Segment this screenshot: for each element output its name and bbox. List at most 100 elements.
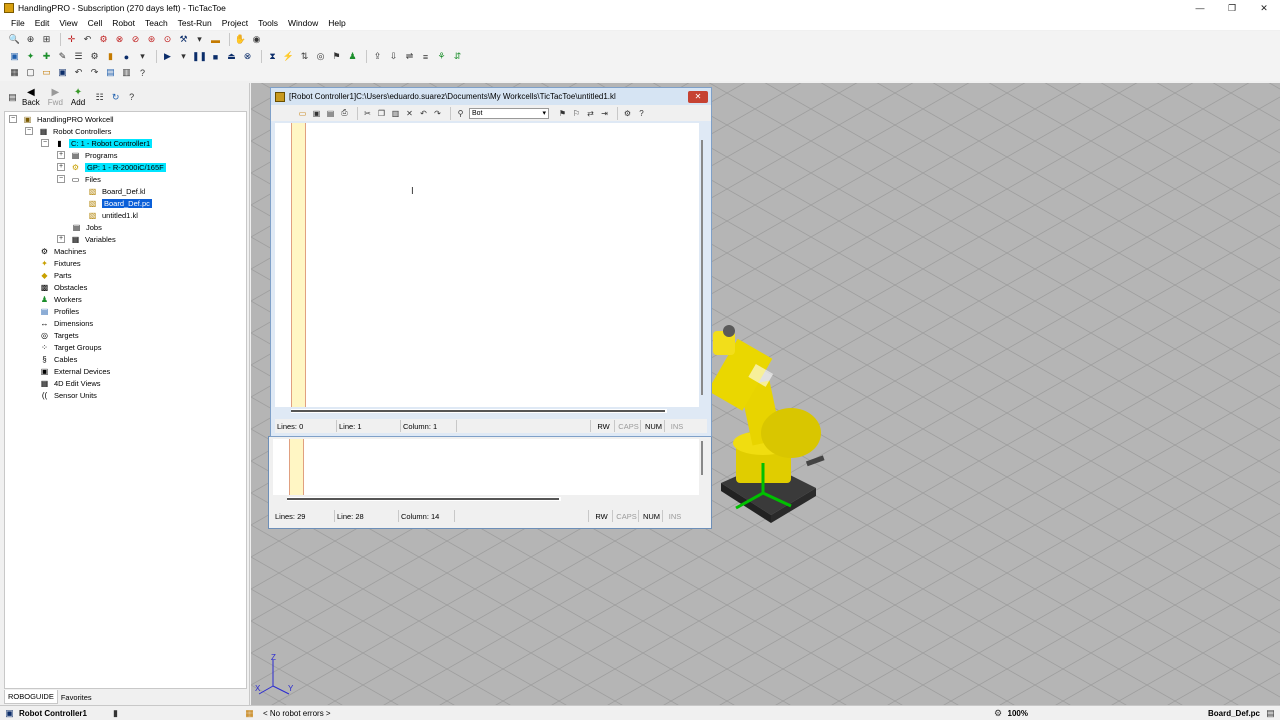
editor-text-area[interactable] [273,439,699,495]
open-icon[interactable]: ▭ [40,66,53,79]
menu-project[interactable]: Project [217,18,253,28]
save-icon[interactable]: ▣ [56,66,69,79]
zoom-icon[interactable]: 🔍 [8,33,21,46]
collapse-toggle[interactable]: − [57,175,65,183]
save-icon[interactable]: ▣ [311,108,322,119]
expand-toggle[interactable]: + [57,235,65,243]
find-prev-icon[interactable]: ⚐ [571,108,582,119]
cell-browser-icon[interactable]: ▤ [104,66,117,79]
record-icon[interactable]: ● [120,50,133,63]
expand-toggle[interactable]: + [57,151,65,159]
gripper-dropdown-icon[interactable]: ▾ [193,33,206,46]
panel-icon[interactable]: ▤ [6,91,19,104]
menu-help[interactable]: Help [323,18,350,28]
add-button[interactable]: ✦ Add [71,87,85,107]
eject-icon[interactable]: ⏏ [225,50,238,63]
forward-button[interactable]: ▶ Fwd [48,87,63,107]
minimize-button[interactable]: — [1184,0,1216,16]
tree-root[interactable]: − ▣ HandlingPRO Workcell [9,113,114,125]
teach-icon[interactable]: ✦ [24,50,37,63]
menu-view[interactable]: View [54,18,82,28]
tree-parts[interactable]: ◆ Parts [39,269,71,281]
copy-icon[interactable]: ❐ [376,108,387,119]
collision-icon[interactable]: ⚡ [282,50,295,63]
abort-icon[interactable]: ⊗ [241,50,254,63]
editor-close-button[interactable]: ✕ [688,90,708,103]
tree-external-devices[interactable]: ▣ External Devices [39,365,111,377]
tree-view-icon[interactable]: ☷ [93,91,106,104]
find-next-icon[interactable]: ⚑ [557,108,568,119]
delete-icon[interactable]: ✕ [404,108,415,119]
new-icon[interactable]: ▢ [24,66,37,79]
program-icon[interactable]: ☰ [72,50,85,63]
menu-test-run[interactable]: Test-Run [173,18,217,28]
add-point-icon[interactable]: ✚ [40,50,53,63]
tree-file-pc[interactable]: ▧ Board_Def.pc [87,197,152,209]
undo-move-icon[interactable]: ↶ [81,33,94,46]
tree-workers[interactable]: ♟ Workers [39,293,82,305]
tree-sensor-units[interactable]: (( Sensor Units [39,389,97,401]
save-all-icon[interactable]: ▤ [325,108,336,119]
touchup-icon[interactable]: ✎ [56,50,69,63]
maximize-button[interactable]: ❐ [1216,0,1248,16]
import-icon[interactable]: ⇩ [387,50,400,63]
tree-target-groups[interactable]: ⁘ Target Groups [39,341,101,353]
network-icon[interactable]: ⚘ [435,50,448,63]
camera-icon[interactable]: ◉ [250,33,263,46]
tree-jobs[interactable]: ▤ Jobs [71,221,102,233]
collapse-toggle[interactable]: − [9,115,17,123]
profile-icon[interactable]: ⇅ [298,50,311,63]
goto-icon[interactable]: ⇥ [599,108,610,119]
record-dropdown-icon[interactable]: ▾ [136,50,149,63]
tree-controller[interactable]: − ▮ C: 1 - Robot Controller1 [41,137,153,149]
collapse-toggle[interactable]: − [25,127,33,135]
editor-help-icon[interactable]: ? [636,108,647,119]
print-icon[interactable]: ⎙ [339,108,350,119]
tree-file-untitled[interactable]: ▧ untitled1.kl [87,209,138,221]
line-icon[interactable]: ≡ [419,50,432,63]
zoom-window-icon[interactable]: ⊕ [24,33,37,46]
tree-dimensions[interactable]: ↔ Dimensions [39,317,94,329]
chart-icon[interactable]: ▥ [120,66,133,79]
online-icon[interactable]: ⇌ [403,50,416,63]
tree-4d-edit-views[interactable]: ▦ 4D Edit Views [39,377,101,389]
move-to-icon[interactable]: ✛ [65,33,78,46]
jog-coord-icon[interactable]: ⊘ [129,33,142,46]
menu-edit[interactable]: Edit [30,18,55,28]
workers-icon[interactable]: ♟ [346,50,359,63]
refresh-icon[interactable]: ↻ [109,91,122,104]
find-combobox[interactable]: Bot [469,107,549,119]
vertical-scrollbar[interactable] [701,441,703,475]
compile-icon[interactable]: ⚙ [622,108,633,119]
horizontal-scrollbar[interactable] [291,409,667,413]
undo-icon[interactable]: ↶ [72,66,85,79]
replace-icon[interactable]: ⇄ [585,108,596,119]
signpost-icon[interactable]: ⚑ [330,50,343,63]
tab-favorites[interactable]: Favorites [58,691,95,704]
tree-robot-controllers[interactable]: − ▦ Robot Controllers [25,125,111,137]
paste-icon[interactable]: ▥ [390,108,401,119]
sync-icon[interactable]: ⇵ [451,50,464,63]
grid-icon[interactable]: ▦ [8,66,21,79]
target-icon[interactable]: ◎ [314,50,327,63]
tree-profiles[interactable]: ▤ Profiles [39,305,79,317]
view-icon[interactable]: ▣ [8,50,21,63]
find-binoculars-icon[interactable]: ⚲ [455,108,466,119]
back-button[interactable]: ◀ Back [22,87,40,107]
editor-window-back[interactable]: Lines: 29 Line: 28 Column: 14 RW CAPS NU… [268,436,712,529]
play-icon[interactable]: ▶ [161,50,174,63]
tree-fixtures[interactable]: ✦ Fixtures [39,257,81,269]
editor-text-area[interactable] [275,123,699,407]
menu-teach[interactable]: Teach [140,18,173,28]
redo-icon[interactable]: ↷ [432,108,443,119]
cut-icon[interactable]: ✂ [362,108,373,119]
help-circle-icon[interactable]: ? [125,91,138,104]
editor-window-front[interactable]: [Robot Controller1]C:\Users\eduardo.suar… [270,87,712,437]
teach-pendant-icon[interactable]: ▮ [104,50,117,63]
tree-variables[interactable]: + ▦ Variables [57,233,116,245]
tree-files[interactable]: − ▭ Files [57,173,101,185]
redo-icon[interactable]: ↷ [88,66,101,79]
pause-icon[interactable]: ❚❚ [192,50,207,63]
tree-obstacles[interactable]: ▩ Obstacles [39,281,88,293]
horizontal-scrollbar[interactable] [287,497,561,501]
